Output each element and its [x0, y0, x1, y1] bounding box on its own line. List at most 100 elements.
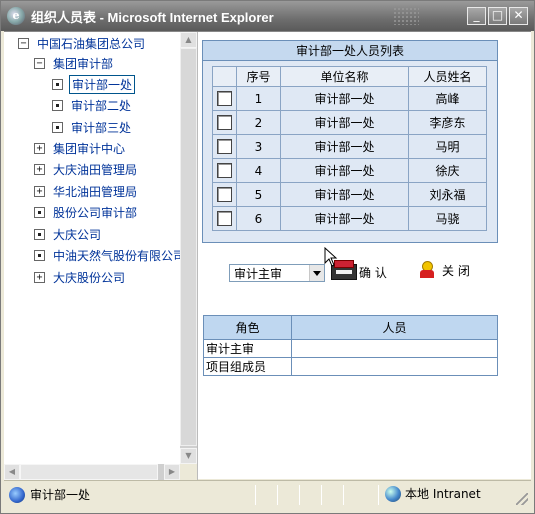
window-title: 组织人员表 - Microsoft Internet Explorer [31, 9, 274, 25]
row-select-cell [212, 86, 237, 111]
minimize-button[interactable]: _ [467, 7, 486, 25]
table-row[interactable]: 5 审计部一处 刘永福 [212, 182, 487, 207]
titlebar-texture [393, 7, 419, 25]
row-checkbox[interactable] [217, 91, 232, 106]
maximize-button[interactable]: □ [488, 7, 507, 25]
tree-node-label[interactable]: 集团审计中心 [51, 140, 127, 157]
tree-node[interactable]: 股份公司审计部 [34, 203, 139, 221]
scroll-right-icon[interactable]: ▶ [164, 464, 180, 480]
scroll-corner [180, 464, 197, 480]
close-label: 关 闭 [442, 263, 470, 278]
leaf-node-icon [34, 206, 45, 218]
tree-node[interactable]: + 大庆股份公司 [34, 268, 127, 286]
tree-horizontal-scrollbar[interactable]: ◀ ▶ [4, 464, 180, 480]
role-table: 角色 人员 审计主审 项目组成员 [203, 315, 498, 376]
tree-node[interactable]: 审计部一处 [52, 74, 136, 94]
row-checkbox[interactable] [217, 211, 232, 226]
expand-icon[interactable]: + [34, 142, 45, 154]
leaf-node-icon [52, 99, 63, 111]
tree-node[interactable]: + 大庆油田管理局 [34, 160, 139, 178]
scroll-thumb[interactable] [180, 48, 197, 446]
tree-node[interactable]: 审计部二处 [52, 96, 133, 114]
tree-node[interactable]: + 集团审计中心 [34, 139, 127, 157]
tree-node-label[interactable]: 中国石油集团总公司 [35, 35, 147, 52]
confirm-button[interactable]: 确 认 [331, 260, 391, 282]
status-divider [277, 485, 278, 505]
tree-node-label[interactable]: 审计部一处 [69, 74, 136, 94]
tree-vertical-scrollbar[interactable]: ▲ ▼ [180, 32, 197, 464]
row-checkbox[interactable] [217, 187, 232, 202]
table-row[interactable]: 3 审计部一处 马明 [212, 134, 487, 159]
person-cell[interactable] [291, 357, 498, 376]
tree-node[interactable]: 审计部三处 [52, 118, 133, 136]
table-row[interactable]: 6 审计部一处 马骁 [212, 206, 487, 231]
role-cell: 审计主审 [203, 339, 292, 358]
row-number: 1 [236, 86, 281, 111]
expand-icon[interactable]: + [34, 271, 45, 283]
table-row[interactable]: 4 审计部一处 徐庆 [212, 158, 487, 183]
staff-list-title: 审计部一处人员列表 [203, 41, 497, 61]
status-text: 审计部一处 [30, 488, 91, 502]
row-number: 4 [236, 158, 281, 183]
row-checkbox[interactable] [217, 139, 232, 154]
hscroll-thumb[interactable] [20, 464, 158, 480]
expand-icon[interactable]: + [34, 163, 45, 175]
tree-node-label[interactable]: 股份公司审计部 [51, 204, 139, 221]
row-select-cell [212, 158, 237, 183]
tree-node-label[interactable]: 集团审计部 [51, 55, 115, 72]
row-unit: 审计部一处 [280, 86, 409, 111]
leaf-node-icon [34, 249, 45, 261]
col-role: 角色 [203, 315, 292, 340]
scroll-up-icon[interactable]: ▲ [180, 32, 197, 48]
leaf-node-icon [52, 78, 63, 90]
status-divider [299, 485, 300, 505]
row-checkbox[interactable] [217, 115, 232, 130]
collapse-icon[interactable]: − [18, 37, 29, 49]
person-cell[interactable] [291, 339, 498, 358]
row-select-cell [212, 206, 237, 231]
col-unit: 单位名称 [280, 66, 409, 87]
leaf-node-icon [34, 228, 45, 240]
ie-window: e 组织人员表 - Microsoft Internet Explorer _ … [0, 0, 535, 514]
tree-node-label[interactable]: 华北油田管理局 [51, 183, 139, 200]
security-zone[interactable]: 本地 Intranet [385, 485, 481, 502]
row-number: 5 [236, 182, 281, 207]
tree-node-label[interactable]: 审计部二处 [69, 97, 133, 114]
status-divider [321, 485, 322, 505]
mouse-pointer-icon [324, 247, 338, 267]
row-select-cell [212, 182, 237, 207]
tree-node-label[interactable]: 中油天然气股份有限公司 [51, 247, 187, 264]
confirm-label: 确 认 [359, 265, 387, 280]
tree-node[interactable]: 中油天然气股份有限公司 [34, 246, 187, 264]
title-bar[interactable]: e 组织人员表 - Microsoft Internet Explorer _ … [1, 1, 534, 31]
scroll-down-icon[interactable]: ▼ [180, 448, 197, 464]
tree-node[interactable]: 大庆公司 [34, 225, 103, 243]
status-divider [255, 485, 256, 505]
role-select[interactable]: 审计主审 [229, 264, 325, 282]
tree-node[interactable]: − 中国石油集团总公司 [18, 34, 147, 52]
tree-node-label[interactable]: 大庆股份公司 [51, 269, 127, 286]
table-row[interactable]: 2 审计部一处 李彦东 [212, 110, 487, 135]
collapse-icon[interactable]: − [34, 57, 45, 69]
resize-grip-icon[interactable] [516, 493, 528, 505]
chevron-down-icon[interactable] [309, 265, 324, 281]
row-person-name: 马骁 [408, 206, 487, 231]
table-row: 项目组成员 [203, 357, 498, 376]
tree-node-label[interactable]: 审计部三处 [69, 119, 133, 136]
tree-node-label[interactable]: 大庆油田管理局 [51, 161, 139, 178]
tree-node[interactable]: + 华北油田管理局 [34, 182, 139, 200]
tree-node-label[interactable]: 大庆公司 [51, 226, 103, 243]
close-window-button[interactable]: ✕ [509, 7, 528, 25]
row-person-name: 李彦东 [408, 110, 487, 135]
ie-logo-icon: e [7, 7, 25, 25]
tree-node[interactable]: − 集团审计部 [34, 54, 115, 72]
table-row: 审计主审 [203, 339, 498, 358]
close-button[interactable]: 关 闭 [418, 260, 480, 280]
expand-icon[interactable]: + [34, 185, 45, 197]
intranet-globe-icon [385, 485, 401, 502]
row-checkbox[interactable] [217, 163, 232, 178]
table-row[interactable]: 1 审计部一处 高峰 [212, 86, 487, 111]
row-unit: 审计部一处 [280, 206, 409, 231]
scroll-left-icon[interactable]: ◀ [4, 464, 20, 480]
staff-list-panel: 审计部一处人员列表 序号 单位名称 人员姓名 1 审计部一处 高峰 2 审计部一处 李彦东… [202, 40, 498, 243]
